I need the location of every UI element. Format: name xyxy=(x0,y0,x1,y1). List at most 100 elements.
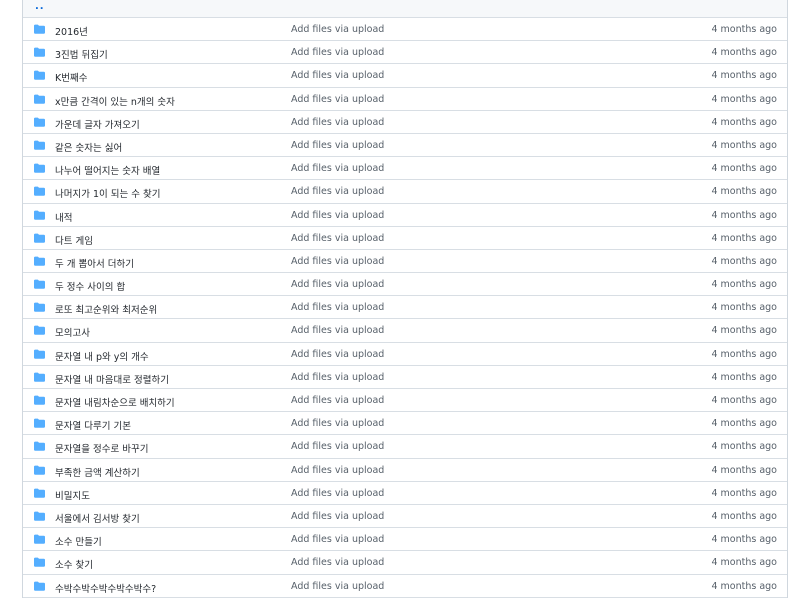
file-row[interactable]: 문자열을 정수로 바꾸기 Add files via upload 4 mont… xyxy=(23,435,787,459)
folder-name-link[interactable]: 같은 숫자는 싫어 xyxy=(55,140,122,154)
file-row[interactable]: 소수 찾기 Add files via upload 4 months ago xyxy=(23,551,787,575)
file-row[interactable]: 가운데 글자 가져오기 Add files via upload 4 month… xyxy=(23,110,787,134)
commit-message-link[interactable]: Add files via upload xyxy=(291,140,384,151)
commit-message-link[interactable]: Add files via upload xyxy=(291,488,384,499)
commit-message-link[interactable]: Add files via upload xyxy=(291,279,384,290)
file-row[interactable]: 문자열 내 마음대로 정렬하기 Add files via upload 4 m… xyxy=(23,365,787,389)
file-row[interactable]: 나누어 떨어지는 숫자 배열 Add files via upload 4 mo… xyxy=(23,157,787,181)
folder-name-link[interactable]: 비밀지도 xyxy=(55,488,90,502)
file-row[interactable]: 나머지가 1이 되는 수 찾기 Add files via upload 4 m… xyxy=(23,180,787,204)
folder-name-link[interactable]: 소수 찾기 xyxy=(55,557,93,571)
file-row[interactable]: 소수 만들기 Add files via upload 4 months ago xyxy=(23,528,787,552)
file-rows: 2016년 Add files via upload 4 months ago … xyxy=(23,18,787,598)
commit-message-link[interactable]: Add files via upload xyxy=(291,441,384,452)
file-row[interactable]: x만큼 간격이 있는 n개의 숫자 Add files via upload 4… xyxy=(23,87,787,111)
commit-message-link[interactable]: Add files via upload xyxy=(291,94,384,105)
file-row[interactable]: 부족한 금액 계산하기 Add files via upload 4 month… xyxy=(23,458,787,482)
folder-name-link[interactable]: x만큼 간격이 있는 n개의 숫자 xyxy=(55,94,175,108)
commit-message-link[interactable]: Add files via upload xyxy=(291,372,384,383)
commit-message-link[interactable]: Add files via upload xyxy=(291,186,384,197)
folder-icon xyxy=(34,24,45,34)
commit-message-link[interactable]: Add files via upload xyxy=(291,233,384,244)
folder-icon xyxy=(34,117,45,127)
commit-message-link[interactable]: Add files via upload xyxy=(291,256,384,267)
last-updated-time: 4 months ago xyxy=(711,139,777,151)
commit-message-link[interactable]: Add files via upload xyxy=(291,210,384,221)
file-row[interactable]: 다트 게임 Add files via upload 4 months ago xyxy=(23,226,787,250)
folder-icon xyxy=(34,511,45,521)
last-updated-time: 4 months ago xyxy=(711,209,777,221)
commit-message-link[interactable]: Add files via upload xyxy=(291,163,384,174)
file-row[interactable]: 두 개 뽑아서 더하기 Add files via upload 4 month… xyxy=(23,249,787,274)
file-row[interactable]: 내적 Add files via upload 4 months ago xyxy=(23,203,787,227)
folder-name-link[interactable]: 나머지가 1이 되는 수 찾기 xyxy=(55,186,161,200)
file-row[interactable]: 문자열 내 p와 y의 개수 Add files via upload 4 mo… xyxy=(23,342,787,366)
commit-message-link[interactable]: Add files via upload xyxy=(291,302,384,313)
folder-name-link[interactable]: 서울에서 김서방 찾기 xyxy=(55,511,140,525)
folder-name-link[interactable]: K번째수 xyxy=(55,70,87,84)
folder-name-link[interactable]: 3진법 뒤집기 xyxy=(55,47,108,61)
commit-message-link[interactable]: Add files via upload xyxy=(291,465,384,476)
folder-name-link[interactable]: 나누어 떨어지는 숫자 배열 xyxy=(55,163,160,177)
parent-directory-row[interactable]: .. xyxy=(23,0,787,18)
folder-name-link[interactable]: 문자열을 정수로 바꾸기 xyxy=(55,441,148,455)
last-updated-time: 4 months ago xyxy=(711,348,777,360)
last-updated-time: 4 months ago xyxy=(711,464,777,476)
commit-message-link[interactable]: Add files via upload xyxy=(291,70,384,81)
commit-message-link[interactable]: Add files via upload xyxy=(291,117,384,128)
commit-message-link[interactable]: Add files via upload xyxy=(291,418,384,429)
folder-name-link[interactable]: 2016년 xyxy=(55,24,88,38)
commit-message-link[interactable]: Add files via upload xyxy=(291,511,384,522)
file-row[interactable]: 같은 숫자는 싫어 Add files via upload 4 months … xyxy=(23,133,787,158)
file-row[interactable]: 3진법 뒤집기 Add files via upload 4 months ag… xyxy=(23,41,787,65)
commit-message-link[interactable]: Add files via upload xyxy=(291,24,384,35)
commit-message-link[interactable]: Add files via upload xyxy=(291,47,384,58)
folder-name-link[interactable]: 문자열 내 p와 y의 개수 xyxy=(55,349,149,363)
folder-icon xyxy=(34,534,45,544)
file-row[interactable]: 수박수박수박수박수박수? Add files via upload 4 mont… xyxy=(23,574,787,598)
commit-message-link[interactable]: Add files via upload xyxy=(291,395,384,406)
commit-message-link[interactable]: Add files via upload xyxy=(291,349,384,360)
folder-name-link[interactable]: 모의고사 xyxy=(55,325,90,339)
last-updated-time: 4 months ago xyxy=(711,418,777,430)
file-row[interactable]: K번째수 Add files via upload 4 months ago xyxy=(23,64,787,88)
last-updated-time: 4 months ago xyxy=(711,371,777,383)
folder-name-link[interactable]: 두 정수 사이의 합 xyxy=(55,279,125,293)
folder-name-link[interactable]: 문자열 내 마음대로 정렬하기 xyxy=(55,372,169,386)
file-row[interactable]: 문자열 내림차순으로 배치하기 Add files via upload 4 m… xyxy=(23,389,787,413)
commit-message-link[interactable]: Add files via upload xyxy=(291,557,384,568)
file-row[interactable]: 모의고사 Add files via upload 4 months ago xyxy=(23,319,787,343)
folder-name-link[interactable]: 소수 만들기 xyxy=(55,534,102,548)
file-row[interactable]: 2016년 Add files via upload 4 months ago xyxy=(23,18,787,42)
folder-icon xyxy=(34,302,45,312)
last-updated-time: 4 months ago xyxy=(711,557,777,569)
folder-name-link[interactable]: 가운데 글자 가져오기 xyxy=(55,117,140,131)
parent-directory-link[interactable]: .. xyxy=(35,1,45,12)
file-row[interactable]: 서울에서 김서방 찾기 Add files via upload 4 month… xyxy=(23,504,787,529)
folder-name-link[interactable]: 문자열 다루기 기본 xyxy=(55,418,131,432)
folder-icon xyxy=(34,140,45,150)
folder-name-link[interactable]: 내적 xyxy=(55,210,72,224)
folder-icon xyxy=(34,395,45,405)
folder-name-link[interactable]: 부족한 금액 계산하기 xyxy=(55,465,140,479)
folder-name-link[interactable]: 로또 최고순위와 최저순위 xyxy=(55,302,157,316)
last-updated-time: 4 months ago xyxy=(711,70,777,82)
commit-message-link[interactable]: Add files via upload xyxy=(291,581,384,592)
commit-message-link[interactable]: Add files via upload xyxy=(291,325,384,336)
folder-icon xyxy=(34,210,45,220)
folder-icon xyxy=(34,279,45,289)
folder-name-link[interactable]: 수박수박수박수박수박수? xyxy=(55,581,156,595)
file-row[interactable]: 로또 최고순위와 최저순위 Add files via upload 4 mon… xyxy=(23,296,787,320)
folder-name-link[interactable]: 문자열 내림차순으로 배치하기 xyxy=(55,395,175,409)
commit-message-link[interactable]: Add files via upload xyxy=(291,534,384,545)
folder-icon xyxy=(34,441,45,452)
file-row[interactable]: 두 정수 사이의 합 Add files via upload 4 months… xyxy=(23,273,787,297)
folder-name-link[interactable]: 두 개 뽑아서 더하기 xyxy=(55,256,134,270)
folder-icon xyxy=(34,233,45,243)
folder-name-link[interactable]: 다트 게임 xyxy=(55,233,93,247)
folder-icon xyxy=(34,256,45,266)
folder-icon xyxy=(34,581,45,591)
last-updated-time: 4 months ago xyxy=(711,325,777,337)
file-row[interactable]: 비밀지도 Add files via upload 4 months ago xyxy=(23,481,787,505)
file-row[interactable]: 문자열 다루기 기본 Add files via upload 4 months… xyxy=(23,412,787,436)
